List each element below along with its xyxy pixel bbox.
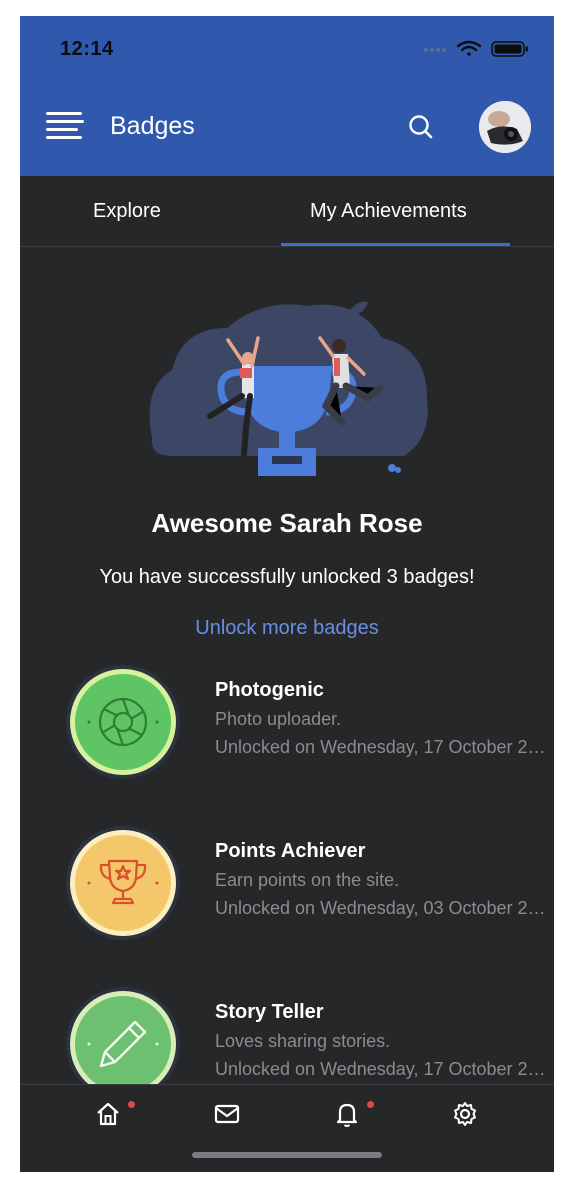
home-indicator[interactable]: [192, 1152, 382, 1158]
badge-medal: [66, 665, 180, 779]
badge-description: Loves sharing stories.: [215, 1031, 391, 1051]
badge-item[interactable]: Photogenic Photo uploader. Unlocked on W…: [20, 664, 554, 804]
unlock-more-link[interactable]: Unlock more badges: [20, 617, 554, 640]
app-header: 12:14 Badges: [20, 16, 554, 176]
badge-description: Earn points on the site.: [215, 870, 400, 890]
phone-screen: 12:14 Badges Explore My Achievements Awe…: [20, 16, 554, 1172]
congrats-heading: Awesome Sarah Rose: [151, 508, 423, 538]
bottom-navigation: [20, 1084, 554, 1172]
battery-icon: [491, 41, 528, 57]
trophy-illustration: [149, 301, 428, 476]
badge-unlock-date: Unlocked on Wednesday, 03 October 2018: [215, 898, 552, 918]
badge-name: Photogenic: [215, 679, 324, 701]
notification-dot: [128, 1101, 135, 1108]
mail-icon[interactable]: [212, 1099, 242, 1129]
tab-explore[interactable]: Explore: [93, 200, 161, 223]
menu-button[interactable]: [46, 112, 84, 140]
badge-name: Story Teller: [215, 1001, 324, 1023]
gear-icon[interactable]: [450, 1099, 480, 1129]
badge-medal: [66, 826, 180, 940]
status-icons: [424, 40, 528, 57]
signal-icon: [424, 48, 446, 52]
active-tab-indicator: [281, 243, 510, 246]
home-icon[interactable]: [93, 1099, 123, 1129]
badge-unlock-date: Unlocked on Wednesday, 17 October 2018: [215, 1059, 552, 1079]
badge-name: Points Achiever: [215, 840, 366, 862]
leaf-icon: [347, 301, 368, 316]
avatar[interactable]: [479, 101, 531, 153]
bell-icon[interactable]: [332, 1099, 362, 1129]
notification-dot: [367, 1101, 374, 1108]
tab-my-achievements[interactable]: My Achievements: [310, 200, 467, 223]
unlock-summary: You have successfully unlocked 3 badges!: [99, 566, 475, 588]
status-time: 12:14: [60, 38, 114, 60]
tab-bar: Explore My Achievements: [20, 176, 554, 247]
badge-item[interactable]: Points Achiever Earn points on the site.…: [20, 825, 554, 965]
search-icon[interactable]: [406, 112, 436, 142]
badge-unlock-date: Unlocked on Wednesday, 17 October 2018: [215, 737, 552, 757]
flower-icon: [388, 464, 401, 473]
wifi-icon: [456, 40, 482, 56]
page-title: Badges: [110, 112, 195, 140]
badge-description: Photo uploader.: [215, 709, 342, 729]
